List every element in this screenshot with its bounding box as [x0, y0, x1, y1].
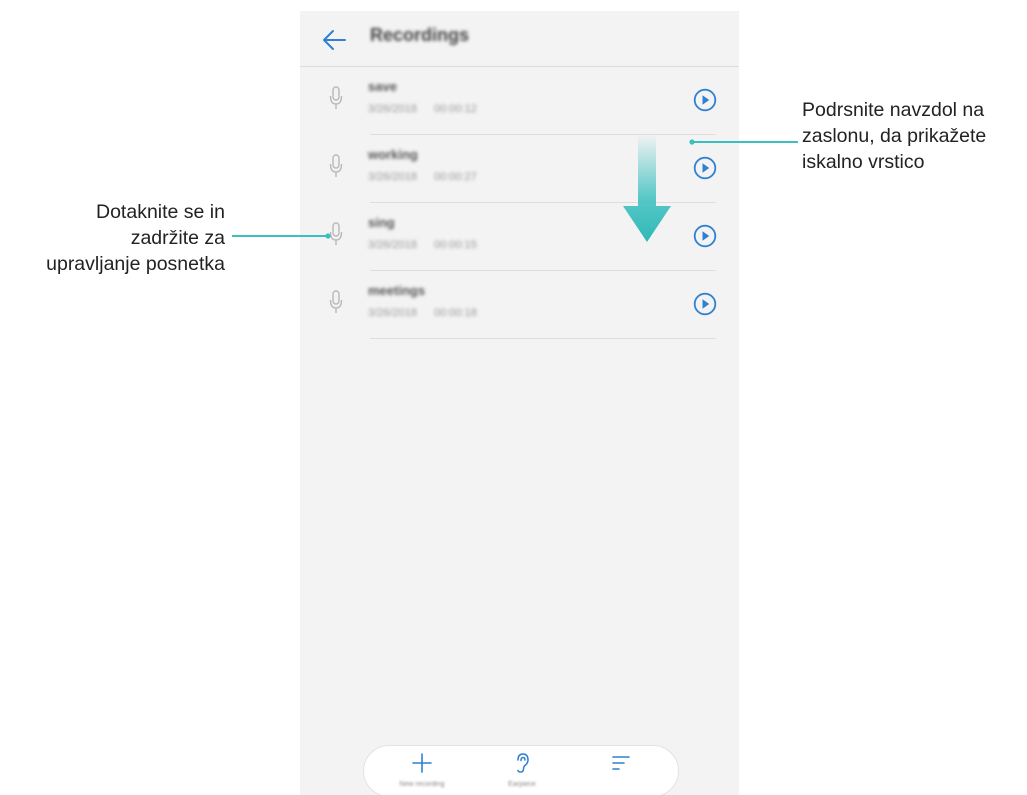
bottom-action-bar: New recording Earpiece — [363, 745, 679, 795]
recording-name: working — [368, 147, 418, 162]
new-recording-label: New recording — [399, 781, 445, 788]
recording-item[interactable]: save 3/26/2018 00:00:12 — [300, 67, 739, 135]
back-button[interactable] — [320, 27, 348, 53]
page-title: Recordings — [370, 25, 470, 45]
swipe-down-arrow — [622, 134, 672, 242]
recording-name: meetings — [368, 283, 426, 298]
callout-text: zadržite za — [130, 227, 225, 249]
sort-button[interactable] — [576, 751, 666, 795]
recording-name: save — [368, 79, 397, 94]
sort-lines-icon — [612, 756, 630, 770]
play-circle-icon — [693, 88, 717, 112]
new-recording-button[interactable]: New recording — [377, 751, 467, 795]
arrow-left-icon — [323, 30, 346, 50]
callout-text: zaslonu, da prikažete — [802, 125, 987, 147]
recording-date: 3/26/2018 — [368, 171, 417, 183]
earpiece-label: Earpiece — [508, 781, 536, 788]
play-button[interactable] — [693, 292, 717, 316]
callout-text: upravljanje posnetka — [46, 253, 225, 275]
callout-swipe-down: Podrsnite navzdol na zaslonu, da prikaže… — [802, 97, 1027, 175]
callout-text: Podrsnite navzdol na — [802, 99, 985, 121]
recording-date: 3/26/2018 — [368, 307, 417, 319]
phone-screen: Recordings save 3/26/2018 00:00:12 worki… — [300, 11, 739, 795]
play-button[interactable] — [693, 224, 717, 248]
play-button[interactable] — [693, 88, 717, 112]
ear-icon — [517, 753, 529, 773]
play-circle-icon — [693, 156, 717, 180]
recording-meta: 3/26/2018 00:00:15 — [368, 239, 477, 251]
microphone-icon — [329, 86, 343, 110]
recording-item[interactable]: sing 3/26/2018 00:00:15 — [300, 203, 739, 271]
recording-name: sing — [368, 215, 395, 230]
play-circle-icon — [693, 292, 717, 316]
recording-meta: 3/26/2018 00:00:18 — [368, 307, 477, 319]
earpiece-button[interactable]: Earpiece — [477, 751, 567, 795]
recording-meta: 3/26/2018 00:00:27 — [368, 171, 477, 183]
microphone-icon — [329, 290, 343, 314]
callout-text: iskalno vrstico — [802, 151, 925, 173]
play-button[interactable] — [693, 156, 717, 180]
plus-icon — [412, 753, 432, 773]
play-circle-icon — [693, 224, 717, 248]
recording-duration: 00:00:15 — [434, 239, 477, 251]
callout-long-press: Dotaknite se in zadržite za upravljanje … — [0, 199, 225, 277]
row-divider — [370, 338, 716, 339]
arrow-down-icon — [623, 134, 671, 242]
microphone-icon — [329, 222, 343, 246]
app-bar: Recordings — [300, 11, 739, 66]
microphone-icon — [329, 154, 343, 178]
recording-duration: 00:00:12 — [434, 103, 477, 115]
callout-text: Dotaknite se in — [96, 201, 225, 223]
recording-date: 3/26/2018 — [368, 103, 417, 115]
recording-date: 3/26/2018 — [368, 239, 417, 251]
recording-duration: 00:00:27 — [434, 171, 477, 183]
recordings-list: save 3/26/2018 00:00:12 working 3/26/201… — [300, 67, 739, 339]
recording-meta: 3/26/2018 00:00:12 — [368, 103, 477, 115]
recording-item[interactable]: meetings 3/26/2018 00:00:18 — [300, 271, 739, 339]
recording-item[interactable]: working 3/26/2018 00:00:27 — [300, 135, 739, 203]
recording-duration: 00:00:18 — [434, 307, 477, 319]
